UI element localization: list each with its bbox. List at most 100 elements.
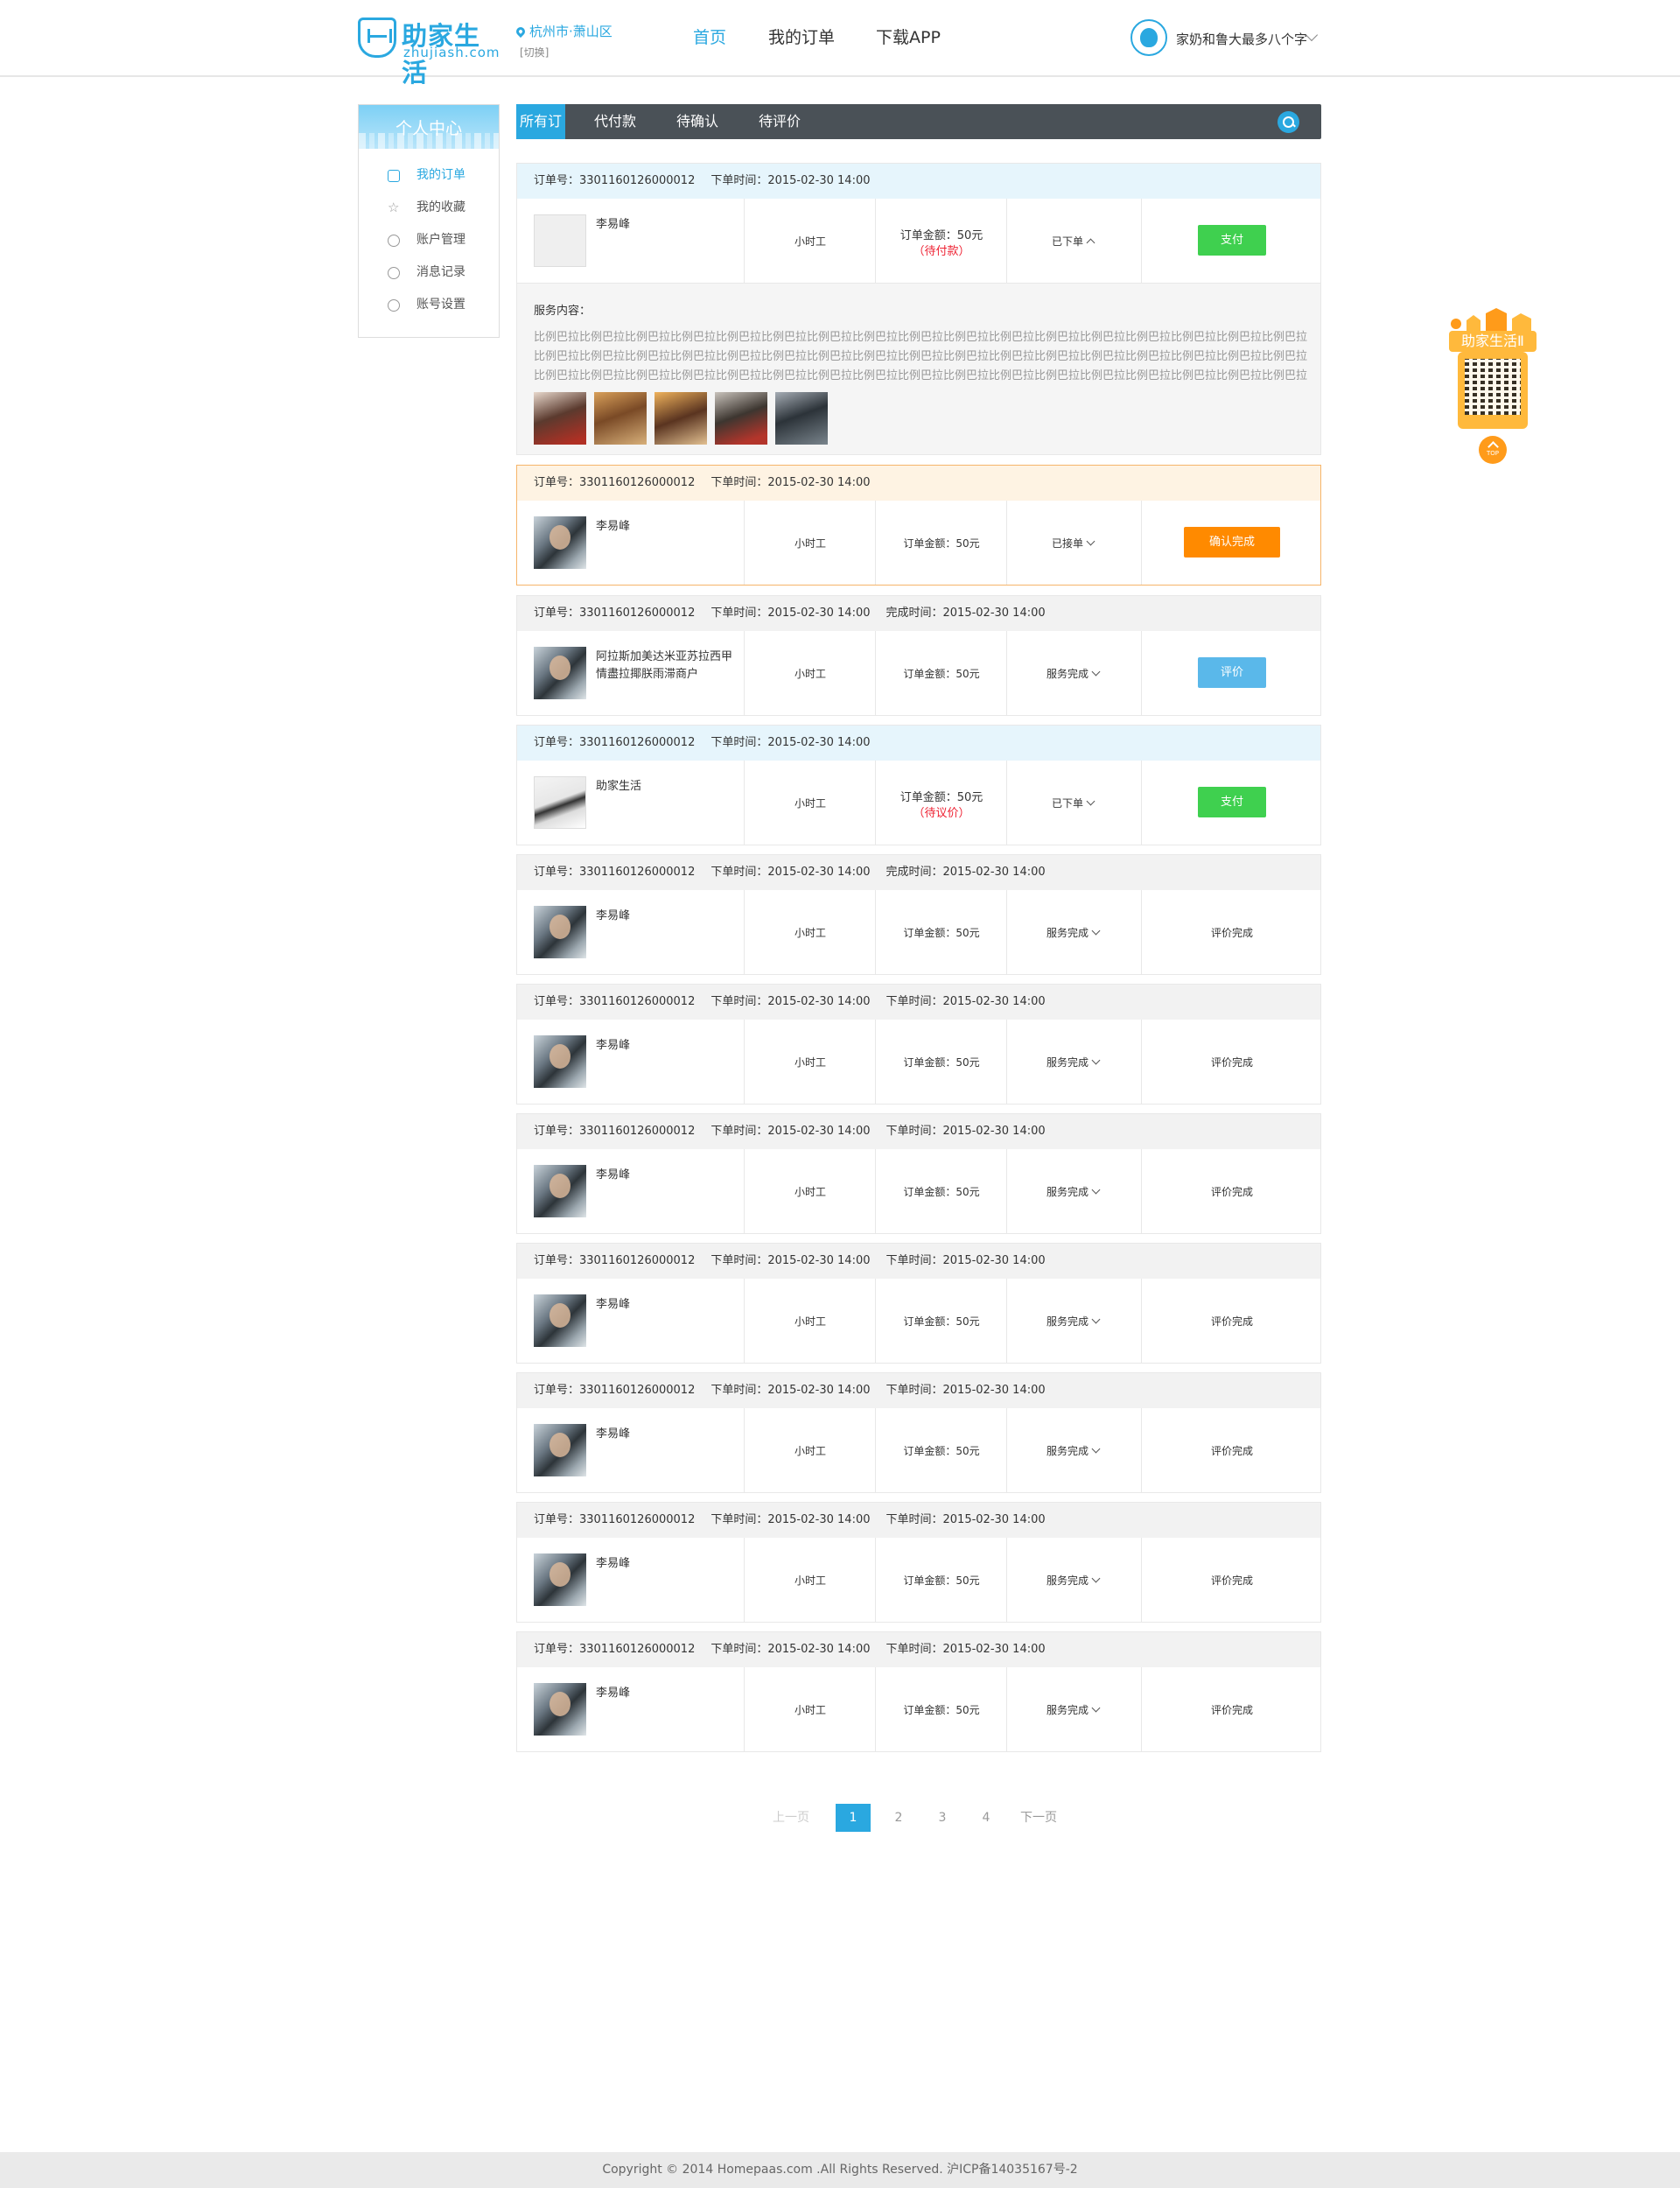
review-done-label: 评价完成 — [1210, 1056, 1253, 1069]
tab-all-orders[interactable]: 所有订单 — [516, 104, 565, 165]
status-cell[interactable]: 服务完成 — [1006, 1538, 1141, 1622]
search-icon[interactable] — [1278, 111, 1299, 133]
order-price: 订单金额：50元 — [903, 1315, 980, 1328]
service-photo[interactable] — [775, 392, 828, 445]
nav-my-orders[interactable]: 我的订单 — [768, 25, 835, 48]
sidebar-item-my-orders[interactable]: 我的订单 — [359, 159, 499, 192]
tab-pending-review[interactable]: 待评价 — [746, 104, 814, 139]
status-cell[interactable]: 已下单 — [1006, 761, 1141, 845]
status-cell[interactable]: 服务完成 — [1006, 1667, 1141, 1751]
service-photo[interactable] — [715, 392, 767, 445]
confirm-complete-button[interactable]: 确认完成 — [1184, 527, 1280, 558]
review-done-label: 评价完成 — [1210, 1574, 1253, 1587]
price-status: （待付款） — [913, 245, 970, 258]
provider-avatar — [534, 1165, 586, 1217]
status-cell[interactable]: 服务完成 — [1006, 1408, 1141, 1492]
pay-button[interactable]: 支付 — [1198, 787, 1266, 817]
status-cell[interactable]: 已下单 — [1006, 199, 1141, 283]
pay-button[interactable]: 支付 — [1198, 225, 1266, 256]
order-body: 李易峰 小时工 订单金额：50元 已接单 确认完成 — [517, 501, 1320, 585]
avatar — [1130, 19, 1167, 56]
sidebar-item-messages[interactable]: 消息记录 — [359, 256, 499, 289]
provider-avatar — [534, 1294, 586, 1347]
sidebar-item-account[interactable]: 账户管理 — [359, 224, 499, 256]
service-type-cell: 小时工 — [744, 1667, 875, 1751]
status-cell[interactable]: 服务完成 — [1006, 631, 1141, 715]
order-card: 订单号：3301160126000012 下单时间：2015-02-30 14:0… — [516, 1372, 1321, 1493]
order-body: 阿拉斯加美达米亚苏拉西甲情盡拉揶朕雨滞商户 小时工 订单金额：50元 服务完成 … — [517, 631, 1320, 715]
order-time: 下单时间：2015-02-30 14:00 — [710, 995, 871, 1008]
complete-time: 完成时间：2015-02-30 14:00 — [886, 607, 1046, 620]
page-2-button[interactable]: 2 — [881, 1804, 916, 1832]
status-cell[interactable]: 服务完成 — [1006, 890, 1141, 974]
service-type: 小时工 — [794, 235, 826, 248]
provider-name: 助家生活 — [596, 780, 642, 793]
order-card: 订单号：3301160126000012 下单时间：2015-02-30 14:0… — [516, 595, 1321, 716]
location-switch-link[interactable]: [切换] — [520, 45, 549, 60]
sidebar-item-label: 我的订单 — [416, 168, 466, 182]
tab-pending-confirm[interactable]: 待确认 — [663, 104, 732, 139]
service-photo[interactable] — [654, 392, 707, 445]
order-number: 订单号：3301160126000012 — [534, 1384, 696, 1397]
sidebar-header: 个人中心 — [359, 105, 499, 149]
price-cell: 订单金额：50元 — [875, 1408, 1006, 1492]
sidebar-item-settings[interactable]: 账号设置 — [359, 289, 499, 321]
document-icon — [388, 170, 400, 182]
order-price: 订单金额：50元 — [903, 927, 980, 939]
status-cell[interactable]: 服务完成 — [1006, 1279, 1141, 1363]
action-cell: 评价完成 — [1141, 1408, 1321, 1492]
service-photo[interactable] — [594, 392, 647, 445]
service-type-cell: 小时工 — [744, 1149, 875, 1233]
order-time: 下单时间：2015-02-30 14:00 — [710, 1643, 871, 1656]
order-time: 下单时间：2015-02-30 14:00 — [710, 866, 871, 879]
sidebar-item-favorites[interactable]: ☆ 我的收藏 — [359, 192, 499, 224]
order-status: 服务完成 — [1046, 1315, 1088, 1328]
order-number: 订单号：3301160126000012 — [534, 174, 696, 187]
nav-home[interactable]: 首页 — [693, 25, 726, 48]
review-done-label: 评价完成 — [1210, 1186, 1253, 1198]
sidebar: 个人中心 我的订单 ☆ 我的收藏 账户管理 消息记录 账号设置 — [358, 104, 500, 338]
location-selector[interactable]: 杭州市·萧山区 — [514, 22, 612, 40]
next-page-button[interactable]: 下一页 — [1018, 1804, 1060, 1832]
status-cell[interactable]: 服务完成 — [1006, 1149, 1141, 1233]
chevron-down-icon — [1091, 926, 1101, 936]
site-logo[interactable]: 助家生活 zhujiash.com — [358, 18, 500, 88]
page-4-button[interactable]: 4 — [969, 1804, 1004, 1832]
order-number: 订单号：3301160126000012 — [534, 1254, 696, 1267]
review-done-label: 评价完成 — [1210, 1704, 1253, 1716]
tab-pending-payment[interactable]: 代付款 — [581, 104, 649, 139]
price-cell: 订单金额：50元 — [875, 1149, 1006, 1233]
page-3-button[interactable]: 3 — [925, 1804, 960, 1832]
order-header: 订单号：3301160126000012 下单时间：2015-02-30 14:0… — [517, 164, 1320, 199]
nav-download-app[interactable]: 下载APP — [876, 25, 941, 48]
order-status: 服务完成 — [1046, 1186, 1088, 1198]
order-body: 李易峰 小时工 订单金额：50元 服务完成 评价完成 — [517, 1279, 1320, 1363]
location-text: 杭州市·萧山区 — [529, 24, 612, 39]
order-price: 订单金额：50元 — [903, 1186, 980, 1198]
back-to-top-button[interactable]: TOP — [1479, 436, 1507, 464]
action-cell: 支付 — [1141, 199, 1321, 283]
status-cell[interactable]: 已接单 — [1006, 501, 1141, 585]
order-card: 订单号：3301160126000012 下单时间：2015-02-30 14:0… — [516, 725, 1321, 845]
order-price: 订单金额：50元 — [903, 668, 980, 680]
order-header: 订单号：3301160126000012 下单时间：2015-02-30 14:0… — [517, 1632, 1320, 1667]
review-button[interactable]: 评价 — [1198, 657, 1266, 688]
provider-avatar — [534, 1424, 586, 1476]
extra-time: 下单时间：2015-02-30 14:00 — [886, 995, 1046, 1008]
order-time: 下单时间：2015-02-30 14:00 — [710, 1254, 871, 1267]
service-type: 小时工 — [794, 1574, 826, 1587]
page-1-button[interactable]: 1 — [836, 1804, 871, 1832]
extra-time: 下单时间：2015-02-30 14:00 — [886, 1643, 1046, 1656]
action-cell: 评价完成 — [1141, 1020, 1321, 1104]
status-cell[interactable]: 服务完成 — [1006, 1020, 1141, 1104]
action-cell: 评价 — [1141, 631, 1321, 715]
service-photo[interactable] — [534, 392, 586, 445]
qr-sign-label: 助家生活Ⅱ — [1449, 331, 1536, 352]
extra-time: 下单时间：2015-02-30 14:00 — [886, 1384, 1046, 1397]
provider-name: 李易峰 — [596, 218, 631, 231]
service-type-cell: 小时工 — [744, 199, 875, 283]
price-cell: 订单金额：50元 — [875, 1279, 1006, 1363]
order-header: 订单号：3301160126000012 下单时间：2015-02-30 14:0… — [517, 726, 1320, 761]
prev-page-button[interactable]: 上一页 — [770, 1804, 812, 1832]
order-time: 下单时间：2015-02-30 14:00 — [710, 607, 871, 620]
